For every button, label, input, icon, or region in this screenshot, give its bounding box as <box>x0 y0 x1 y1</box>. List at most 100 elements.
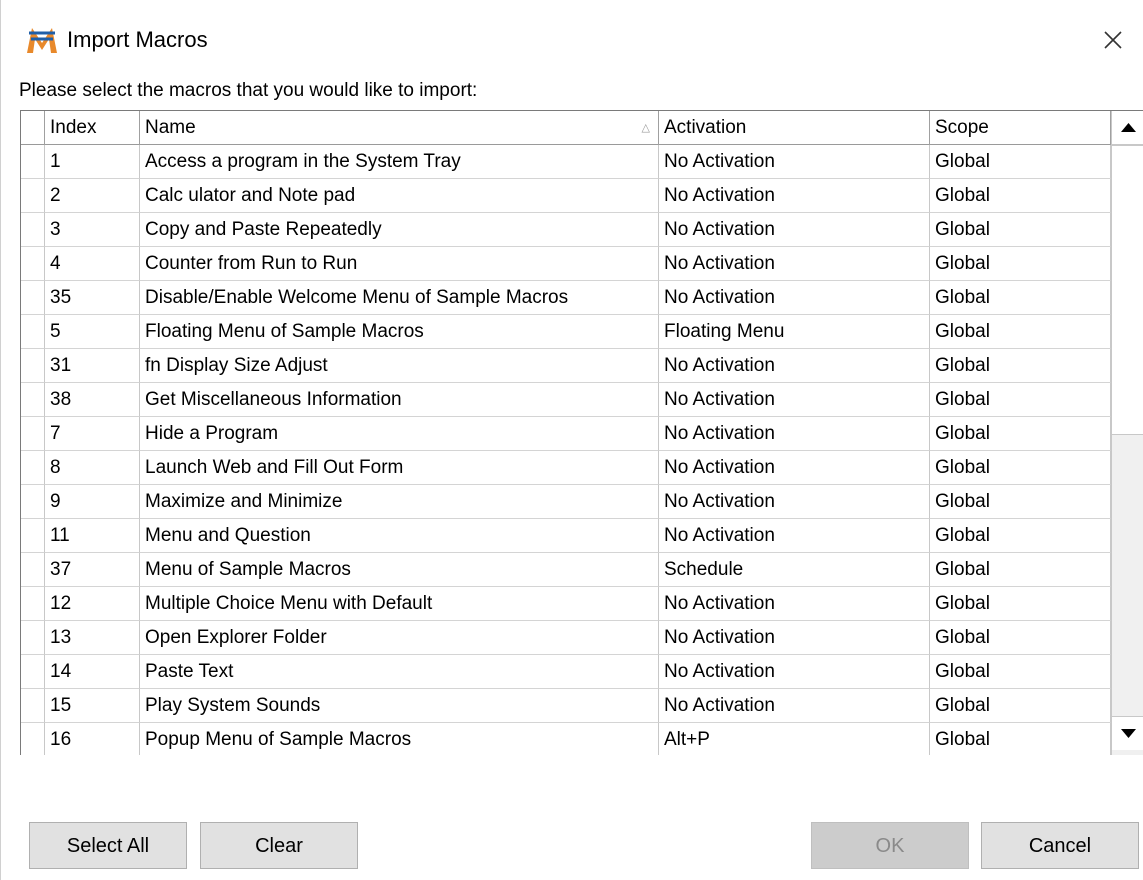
macros-table[interactable]: Index Name △ Activation Scope 1 Access a … <box>20 110 1143 755</box>
table-row[interactable]: 38 Get Miscellaneous Information No Activa… <box>21 383 1111 417</box>
cell-activation: No Activation <box>659 485 930 519</box>
row-selector-cell[interactable] <box>21 179 45 213</box>
clear-button[interactable]: Clear <box>200 822 358 869</box>
table-row[interactable]: 2 Calc ulator and Note pad No Activation Gl… <box>21 179 1111 213</box>
cell-index: 5 <box>45 315 140 349</box>
cell-name: Open Explorer Folder <box>140 621 659 655</box>
row-selector-cell[interactable] <box>21 451 45 485</box>
import-macros-dialog: Import Macros Please select the macros t… <box>0 0 1143 880</box>
cell-activation: No Activation <box>659 383 930 417</box>
table-row[interactable]: 16 Popup Menu of Sample Macros Alt+P Global <box>21 723 1111 755</box>
cell-index: 3 <box>45 213 140 247</box>
row-selector-cell[interactable] <box>21 621 45 655</box>
cell-name: fn Display Size Adjust <box>140 349 659 383</box>
column-header-name[interactable]: Name △ <box>140 111 659 145</box>
cell-name: Popup Menu of Sample Macros <box>140 723 659 755</box>
table-row[interactable]: 8 Launch Web and Fill Out Form No Activati… <box>21 451 1111 485</box>
table-row[interactable]: 7 Hide a Program No Activation Global <box>21 417 1111 451</box>
table-row[interactable]: 14 Paste Text No Activation Global <box>21 655 1111 689</box>
cell-scope: Global <box>930 723 1111 755</box>
table-row[interactable]: 4 Counter from Run to Run No Activation Glo… <box>21 247 1111 281</box>
row-selector-cell[interactable] <box>21 689 45 723</box>
table-row[interactable]: 31 fn Display Size Adjust No Activation Glo… <box>21 349 1111 383</box>
row-selector-cell[interactable] <box>21 485 45 519</box>
close-icon[interactable] <box>1099 26 1127 54</box>
row-selector-cell[interactable] <box>21 349 45 383</box>
arrow-up-icon <box>1121 123 1136 132</box>
column-header-name-label: Name <box>145 117 196 138</box>
cell-scope: Global <box>930 451 1111 485</box>
cell-activation: No Activation <box>659 655 930 689</box>
cell-index: 13 <box>45 621 140 655</box>
table-row[interactable]: 1 Access a program in the System Tray No A… <box>21 145 1111 179</box>
cell-index: 2 <box>45 179 140 213</box>
cell-activation: No Activation <box>659 349 930 383</box>
cell-activation: No Activation <box>659 281 930 315</box>
row-selector-cell[interactable] <box>21 723 45 755</box>
row-selector-cell[interactable] <box>21 281 45 315</box>
cell-index: 9 <box>45 485 140 519</box>
table-row[interactable]: 5 Floating Menu of Sample Macros Floating … <box>21 315 1111 349</box>
cell-index: 37 <box>45 553 140 587</box>
table-row[interactable]: 9 Maximize and Minimize No Activation Globa… <box>21 485 1111 519</box>
sort-ascending-icon: △ <box>641 122 650 134</box>
cell-activation: Alt+P <box>659 723 930 755</box>
column-header-index[interactable]: Index <box>45 111 140 145</box>
table-row[interactable]: 35 Disable/Enable Welcome Menu of Sample … <box>21 281 1111 315</box>
cell-activation: No Activation <box>659 519 930 553</box>
cell-scope: Global <box>930 281 1111 315</box>
cell-scope: Global <box>930 621 1111 655</box>
row-selector-cell[interactable] <box>21 553 45 587</box>
cancel-button[interactable]: Cancel <box>981 822 1139 869</box>
scroll-up-button[interactable] <box>1112 111 1143 145</box>
select-all-button[interactable]: Select All <box>29 822 187 869</box>
row-selector-cell[interactable] <box>21 315 45 349</box>
macro-express-logo-icon <box>27 28 57 53</box>
cell-index: 15 <box>45 689 140 723</box>
cell-activation: No Activation <box>659 247 930 281</box>
table-row[interactable]: 12 Multiple Choice Menu with Default No Ac… <box>21 587 1111 621</box>
cell-name: Paste Text <box>140 655 659 689</box>
column-header-scope[interactable]: Scope <box>930 111 1111 145</box>
row-selector-cell[interactable] <box>21 145 45 179</box>
column-header-activation[interactable]: Activation <box>659 111 930 145</box>
cell-index: 8 <box>45 451 140 485</box>
row-selector-cell[interactable] <box>21 655 45 689</box>
arrow-down-icon <box>1121 729 1136 738</box>
table-row[interactable]: 15 Play System Sounds No Activation Global <box>21 689 1111 723</box>
cell-scope: Global <box>930 587 1111 621</box>
row-selector-cell[interactable] <box>21 519 45 553</box>
table-row[interactable]: 3 Copy and Paste Repeatedly No Activation G… <box>21 213 1111 247</box>
cell-index: 38 <box>45 383 140 417</box>
cell-scope: Global <box>930 689 1111 723</box>
row-selector-cell[interactable] <box>21 247 45 281</box>
scroll-down-button[interactable] <box>1112 716 1143 750</box>
instruction-text: Please select the macros that you would … <box>19 80 478 101</box>
table-row[interactable]: 37 Menu of Sample Macros Schedule Global <box>21 553 1111 587</box>
cell-index: 11 <box>45 519 140 553</box>
cell-scope: Global <box>930 247 1111 281</box>
row-selector-cell[interactable] <box>21 383 45 417</box>
cell-name: Calc ulator and Note pad <box>140 179 659 213</box>
cell-scope: Global <box>930 145 1111 179</box>
cell-name: Floating Menu of Sample Macros <box>140 315 659 349</box>
cell-scope: Global <box>930 655 1111 689</box>
scrollbar-thumb[interactable] <box>1112 145 1143 435</box>
cell-index: 35 <box>45 281 140 315</box>
cell-scope: Global <box>930 179 1111 213</box>
table-body: 1 Access a program in the System Tray No A… <box>21 145 1111 755</box>
row-selector-cell[interactable] <box>21 587 45 621</box>
cell-index: 31 <box>45 349 140 383</box>
row-selector-cell[interactable] <box>21 417 45 451</box>
table-row[interactable]: 11 Menu and Question No Activation Global <box>21 519 1111 553</box>
vertical-scrollbar[interactable] <box>1111 111 1143 755</box>
cell-scope: Global <box>930 485 1111 519</box>
table-row[interactable]: 13 Open Explorer Folder No Activation Globa… <box>21 621 1111 655</box>
header-selector-cell <box>21 111 45 145</box>
title-bar: Import Macros <box>1 0 1143 78</box>
cell-activation: No Activation <box>659 417 930 451</box>
cell-name: Copy and Paste Repeatedly <box>140 213 659 247</box>
row-selector-cell[interactable] <box>21 213 45 247</box>
cell-scope: Global <box>930 315 1111 349</box>
table-header: Index Name △ Activation Scope <box>21 111 1111 145</box>
